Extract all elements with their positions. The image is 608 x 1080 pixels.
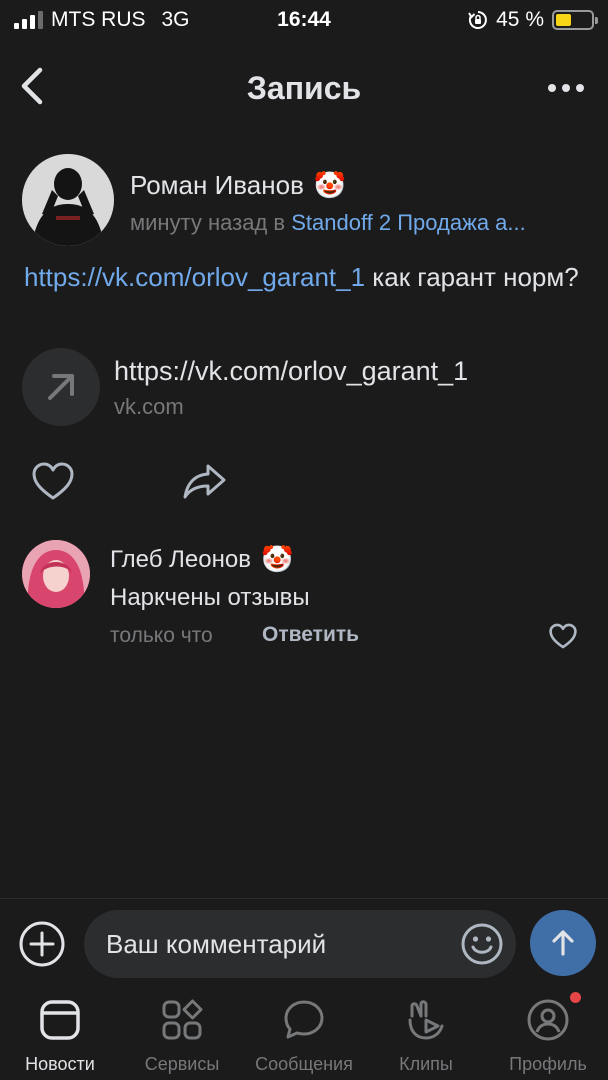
comment-composer — [0, 906, 608, 982]
tab-label: Клипы — [399, 1054, 453, 1074]
post-text: https://vk.com/orlov_garant_1 как гарант… — [24, 258, 584, 296]
comment-time: только что — [110, 624, 213, 647]
smile-icon — [461, 923, 503, 965]
tab-label: Сервисы — [144, 1054, 220, 1074]
attach-button[interactable] — [18, 920, 66, 968]
attachment-url: https://vk.com/orlov_garant_1 — [114, 356, 469, 386]
clown-emoji-icon: 🤡 — [260, 544, 294, 574]
heart-icon — [32, 462, 74, 500]
arrow-up-icon — [552, 930, 574, 956]
comment-author-name: Глеб Леонов — [110, 545, 251, 573]
tab-news[interactable]: Новости — [0, 990, 120, 1080]
comment-item: Глеб Леонов 🤡 Наркчены отзывы только что… — [22, 540, 592, 660]
tab-messages[interactable]: Сообщения — [244, 990, 364, 1080]
post-actions — [30, 460, 330, 504]
plus-circle-icon — [19, 921, 65, 967]
post-time: минуту назад в — [130, 210, 286, 235]
clown-emoji-icon: 🤡 — [313, 170, 347, 200]
composer-divider — [0, 898, 608, 899]
like-button[interactable] — [30, 460, 76, 502]
post-text-body: как гарант норм? — [372, 262, 579, 292]
author-avatar[interactable] — [22, 154, 114, 246]
comment-input[interactable] — [84, 910, 516, 978]
post-meta: минуту назад в Standoff 2 Продажа а... — [130, 210, 600, 236]
avatar-image-icon — [22, 540, 90, 608]
more-dot-icon — [548, 84, 556, 92]
send-button[interactable] — [530, 910, 596, 976]
messages-icon — [284, 1000, 324, 1039]
commenter-avatar[interactable] — [22, 540, 90, 608]
tab-label: Новости — [25, 1054, 95, 1074]
battery-fill — [556, 14, 572, 26]
comment-text: Наркчены отзывы — [110, 584, 310, 611]
tab-bar: Новости Сервисы Сообщения Клипы Профиль — [0, 990, 608, 1080]
services-icon — [162, 999, 203, 1040]
link-attachment[interactable]: https://vk.com/orlov_garant_1 vk.com — [22, 348, 582, 428]
link-arrow-icon — [22, 348, 100, 426]
author-name-text: Роман Иванов — [130, 170, 304, 200]
battery-percent: 45 % — [496, 8, 544, 31]
nav-header: Запись — [0, 52, 608, 124]
post-text-link[interactable]: https://vk.com/orlov_garant_1 — [24, 262, 365, 292]
more-button[interactable] — [546, 76, 586, 100]
tab-profile[interactable]: Профиль — [488, 990, 608, 1080]
status-bar: MTS RUS 3G 16:44 45 % — [0, 0, 608, 40]
orientation-lock-icon — [468, 11, 488, 29]
heart-icon — [549, 623, 577, 649]
clips-icon — [408, 1000, 444, 1040]
tab-label: Профиль — [509, 1054, 587, 1074]
post-author-row: Роман Иванов 🤡 минуту назад в Standoff 2… — [22, 154, 602, 246]
news-icon — [40, 1000, 80, 1040]
avatar-image-icon — [22, 154, 114, 246]
comment-like-button[interactable] — [548, 622, 578, 650]
share-arrow-icon — [183, 464, 226, 499]
reply-button[interactable]: Ответить — [262, 623, 359, 647]
tab-services[interactable]: Сервисы — [122, 990, 242, 1080]
status-right: 45 % — [468, 8, 598, 32]
notification-dot — [570, 992, 581, 1003]
post-author-name[interactable]: Роман Иванов 🤡 — [130, 170, 346, 201]
more-dot-icon — [576, 84, 584, 92]
battery-icon — [552, 10, 598, 30]
attachment-domain: vk.com — [114, 394, 184, 419]
tab-clips[interactable]: Клипы — [366, 990, 486, 1080]
profile-icon — [527, 999, 569, 1041]
tab-label: Сообщения — [255, 1054, 353, 1074]
page-title: Запись — [246, 70, 362, 106]
emoji-button[interactable] — [460, 922, 504, 966]
post-group-link[interactable]: Standoff 2 Продажа а... — [291, 210, 526, 235]
more-dot-icon — [562, 84, 570, 92]
comment-author[interactable]: Глеб Леонов 🤡 — [110, 544, 293, 575]
share-button[interactable] — [180, 460, 230, 502]
